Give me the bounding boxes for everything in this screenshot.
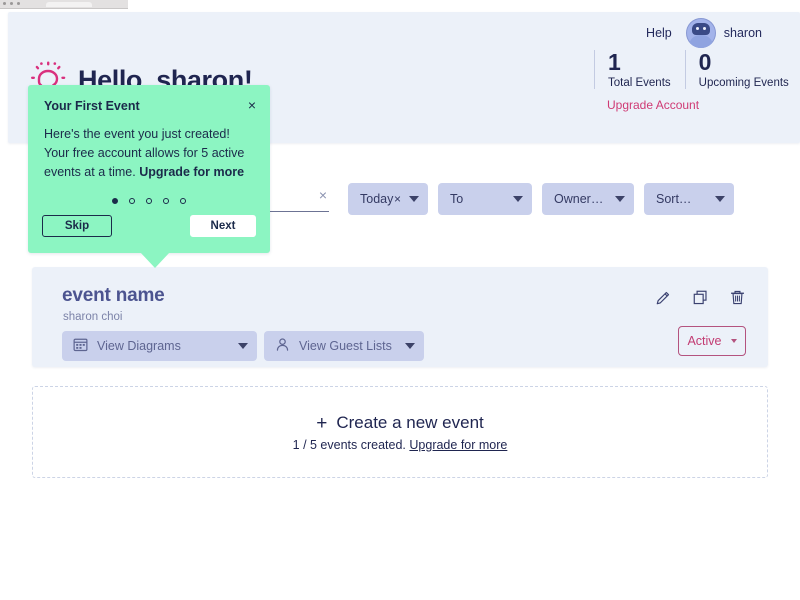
tooltip-title: Your First Event <box>44 99 140 113</box>
event-name[interactable]: event name <box>62 285 165 307</box>
avatar-eye-left <box>695 27 699 30</box>
filter-chip-owner[interactable]: Owner… <box>542 183 634 215</box>
duplicate-icon[interactable] <box>692 289 709 306</box>
filter-chip-owner-label: Owner… <box>554 192 604 206</box>
step-dot-2[interactable] <box>129 198 135 204</box>
stat-total-events: 1 Total Events <box>594 50 671 89</box>
person-icon <box>275 337 290 355</box>
view-diagrams-button[interactable]: View Diagrams <box>62 331 257 361</box>
edit-pencil-icon[interactable] <box>655 289 672 306</box>
chevron-down-icon <box>238 343 248 349</box>
view-guest-lists-button[interactable]: View Guest Lists <box>264 331 424 361</box>
tooltip-body: Here's the event you just created! Your … <box>28 113 265 182</box>
avatar-eye-right <box>702 27 706 30</box>
avatar-body <box>688 35 713 48</box>
browser-tab[interactable] <box>46 2 92 7</box>
filter-chip-to[interactable]: To <box>438 183 532 215</box>
chevron-down-icon <box>405 343 415 349</box>
stat-total-events-label: Total Events <box>608 77 671 89</box>
tooltip-header: Your First Event × <box>28 85 270 113</box>
upgrade-for-more-link[interactable]: Upgrade for more <box>409 438 507 452</box>
avatar-head <box>691 23 710 35</box>
help-link[interactable]: Help <box>646 26 672 40</box>
status-badge-label: Active <box>687 334 722 348</box>
chevron-down-icon <box>513 196 523 202</box>
next-button[interactable]: Next <box>190 215 256 237</box>
filter-chip-today[interactable]: Today × <box>348 183 428 215</box>
stat-total-events-value: 1 <box>608 49 622 75</box>
chrome-dot-1 <box>3 2 6 5</box>
avatar <box>685 18 716 48</box>
filter-chip-sort[interactable]: Sort… <box>644 183 734 215</box>
create-new-event-label: Create a new event <box>336 413 484 432</box>
chevron-down-icon <box>615 196 625 202</box>
chrome-dot-2 <box>10 2 13 5</box>
filter-chip-to-label: To <box>450 192 464 206</box>
chevron-down-icon <box>715 196 725 202</box>
step-dot-3[interactable] <box>146 198 152 204</box>
stat-upcoming-events: 0 Upcoming Events <box>684 49 789 89</box>
skip-button[interactable]: Skip <box>42 215 112 237</box>
step-dot-5[interactable] <box>180 198 186 204</box>
user-name: sharon <box>723 26 762 40</box>
account-row: Help sharon <box>646 18 762 48</box>
view-guest-lists-label: View Guest Lists <box>299 339 392 353</box>
filter-chip-today-label: Today <box>360 192 394 206</box>
stat-upcoming-events-value: 0 <box>698 49 712 75</box>
step-dot-4[interactable] <box>163 198 169 204</box>
close-icon[interactable]: × <box>248 98 256 112</box>
event-owner: sharon choi <box>63 311 123 323</box>
chevron-down-icon <box>730 339 737 343</box>
create-new-event-box[interactable]: + Create a new event 1 / 5 events created… <box>32 386 768 478</box>
tooltip-actions: Skip Next <box>28 204 270 253</box>
status-badge[interactable]: Active <box>678 326 746 356</box>
stats-group: 1 Total Events 0 Upcoming Events <box>594 50 800 89</box>
event-card[interactable]: event name sharon choi View Diagrams Vie… <box>32 267 768 367</box>
tooltip-arrow <box>140 252 170 268</box>
step-dot-1[interactable] <box>112 198 118 204</box>
events-created-count: 1 / 5 events created. <box>292 438 406 452</box>
filter-chip-sort-label: Sort… <box>656 192 692 206</box>
tooltip-step-dots <box>28 182 270 204</box>
chrome-dot-3 <box>17 2 20 5</box>
tooltip-body-bold[interactable]: Upgrade for more <box>139 165 244 179</box>
create-new-event-subtitle: 1 / 5 events created. Upgrade for more <box>33 438 767 452</box>
user-menu[interactable]: sharon <box>685 18 762 48</box>
plus-icon: + <box>316 413 328 434</box>
stat-upcoming-events-label: Upcoming Events <box>698 77 789 89</box>
search-clear-icon[interactable]: × <box>319 186 327 204</box>
diagram-icon <box>73 337 88 355</box>
filter-chip-today-clear-icon[interactable]: × <box>394 192 401 206</box>
upgrade-account-link[interactable]: Upgrade Account <box>607 98 699 112</box>
onboarding-tooltip: Your First Event × Here's the event you … <box>28 85 270 268</box>
chevron-down-icon <box>409 196 419 202</box>
app-root: Help sharon 1 Total Events 0 Upcoming Ev… <box>0 9 800 600</box>
browser-chrome-strip <box>0 0 128 9</box>
delete-trash-icon[interactable] <box>729 289 746 306</box>
create-new-event-title: + Create a new event <box>33 413 767 435</box>
view-diagrams-label: View Diagrams <box>97 339 181 353</box>
event-actions <box>655 289 746 306</box>
